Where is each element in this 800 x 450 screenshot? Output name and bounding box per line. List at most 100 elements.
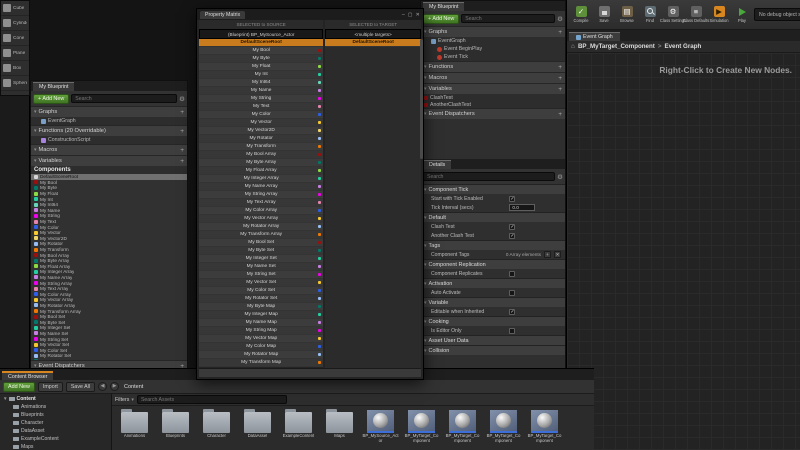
matrix-property-row[interactable]: My Rotator Map [199, 351, 323, 359]
delete-icon[interactable]: ✕ [554, 251, 561, 258]
matrix-property-row[interactable]: My Integer Array [199, 175, 323, 183]
tab-details[interactable]: Details [423, 160, 451, 169]
matrix-selected-row[interactable]: DefaultSceneRoot [199, 39, 323, 47]
add-dispatcher-icon[interactable]: + [558, 111, 562, 118]
class-defaults-button[interactable]: ≡Class Defaults [685, 6, 707, 23]
graphs-section-header[interactable]: ▾Graphs + [31, 106, 187, 117]
add-macro-icon[interactable]: + [180, 147, 184, 154]
search-input[interactable] [71, 94, 177, 103]
matrix-property-row[interactable]: My Name Set [199, 263, 323, 271]
matrix-property-row[interactable]: My Bool [199, 47, 323, 55]
matrix-selected-row[interactable]: DefaultSceneRoot [325, 39, 421, 47]
matrix-property-row[interactable]: My Byte Array [199, 159, 323, 167]
functions-section-header[interactable]: ▾Functions (20 Overridable) + [31, 125, 187, 136]
matrix-property-row[interactable]: My Color Map [199, 343, 323, 351]
matrix-property-row[interactable]: My Rotator Array [199, 223, 323, 231]
import-button[interactable]: Import [38, 382, 63, 392]
folder-tile[interactable]: Character [198, 408, 235, 439]
add-function-icon[interactable]: + [558, 64, 562, 71]
details-category-header[interactable]: ▾Component Replication [421, 259, 565, 269]
place-actor-item[interactable]: Cube [1, 1, 29, 16]
checkbox[interactable] [509, 290, 515, 296]
asset-search-input[interactable] [137, 395, 287, 404]
functions-section-header[interactable]: ▾Functions + [421, 61, 565, 72]
simulation-button[interactable]: ▶Simulation [708, 6, 730, 23]
components-category-header[interactable]: Components [31, 166, 187, 174]
graph-canvas[interactable]: Right-Click to Create New Nodes. [567, 53, 800, 450]
matrix-property-row[interactable]: My Transform Map [199, 359, 323, 367]
asset-tile[interactable]: BP_MySource_Actor [362, 408, 399, 444]
browse-button[interactable]: ▤Browse [616, 6, 638, 23]
tree-item-folder[interactable]: Blueprints [0, 411, 111, 419]
folder-tile[interactable]: Animations [116, 408, 153, 439]
graph-item-eventgraph[interactable]: EventGraph [421, 37, 565, 45]
details-category-header[interactable]: ▾Variable [421, 297, 565, 307]
tree-item-folder[interactable]: Animations [0, 403, 111, 411]
asset-tile[interactable]: BP_MyTarget_Component [444, 408, 481, 444]
asset-tile[interactable]: BP_MyTarget_Component [485, 408, 522, 444]
matrix-property-row[interactable]: My Byte [199, 55, 323, 63]
macros-section-header[interactable]: ▾Macros + [31, 144, 187, 155]
checkbox[interactable]: ✓ [509, 224, 515, 230]
folder-tile[interactable]: DataAsset [239, 408, 276, 439]
matrix-property-row[interactable]: My String Array [199, 191, 323, 199]
folder-tile[interactable]: Blueprints [157, 408, 194, 439]
breadcrumb-current[interactable]: Event Graph [664, 43, 701, 50]
variables-section-header[interactable]: ▾Variables + [421, 83, 565, 94]
matrix-property-row[interactable]: My Color Array [199, 207, 323, 215]
add-function-icon[interactable]: + [180, 128, 184, 135]
add-variable-icon[interactable]: + [180, 158, 184, 165]
matrix-property-row[interactable]: My Color Set [199, 287, 323, 295]
event-node-item[interactable]: Event BeginPlay [421, 45, 565, 53]
place-actor-item[interactable]: Plane [1, 46, 29, 61]
macros-section-header[interactable]: ▾Macros + [421, 72, 565, 83]
target-column-header[interactable]: <multiple targets> [325, 29, 421, 39]
add-new-button[interactable]: + Add New [423, 14, 459, 24]
details-category-header[interactable]: ▾Component Tick [421, 184, 565, 194]
matrix-property-row[interactable]: My Name Array [199, 183, 323, 191]
add-graph-icon[interactable]: + [558, 29, 562, 36]
gear-icon[interactable]: ⚙ [179, 95, 185, 103]
matrix-property-row[interactable]: My Transform Array [199, 231, 323, 239]
add-element-icon[interactable]: + [544, 251, 551, 258]
place-actor-item[interactable]: Cone [1, 31, 29, 46]
matrix-property-row[interactable]: My Name [199, 87, 323, 95]
add-variable-icon[interactable]: + [558, 86, 562, 93]
tab-content-browser[interactable]: Content Browser [2, 371, 53, 380]
matrix-property-row[interactable]: My Byte Map [199, 303, 323, 311]
details-category-header[interactable]: ▾Default [421, 212, 565, 222]
event-dispatchers-section-header[interactable]: ▾Event Dispatchers + [421, 108, 565, 119]
matrix-property-row[interactable]: My Int [199, 71, 323, 79]
source-column-header[interactable]: (Blueprint) BP_MySource_Actor [199, 29, 323, 39]
add-new-button[interactable]: Add New [3, 382, 35, 392]
matrix-property-row[interactable]: My Float [199, 63, 323, 71]
matrix-property-row[interactable]: My String [199, 95, 323, 103]
graph-item-eventgraph[interactable]: EventGraph [31, 117, 187, 125]
asset-tile[interactable]: BP_MyTarget_Component [526, 408, 563, 444]
gear-icon[interactable]: ⚙ [557, 15, 563, 23]
matrix-property-row[interactable]: My Vector [199, 119, 323, 127]
matrix-property-row[interactable]: My Color [199, 111, 323, 119]
add-graph-icon[interactable]: + [180, 109, 184, 116]
details-category-header[interactable]: ▾Tags [421, 240, 565, 250]
tree-item-content-root[interactable]: ▾Content [0, 395, 111, 403]
matrix-property-row[interactable]: My Rotator Set [199, 295, 323, 303]
place-actor-item[interactable]: Box [1, 61, 29, 76]
debug-object-dropdown[interactable]: No debug object selected ▾ [754, 8, 800, 21]
matrix-property-row[interactable]: My Integer Set [199, 255, 323, 263]
matrix-property-row[interactable]: My Rotator [199, 135, 323, 143]
asset-tile[interactable]: BP_MyTarget_Component [403, 408, 440, 444]
matrix-property-row[interactable]: My Vector Array [199, 215, 323, 223]
event-node-item[interactable]: Event Tick [421, 53, 565, 61]
value-field[interactable]: 0.0 [509, 204, 535, 211]
matrix-property-row[interactable]: My Byte Set [199, 247, 323, 255]
function-item-constructionscript[interactable]: ConstructionScript [31, 136, 187, 144]
add-macro-icon[interactable]: + [558, 75, 562, 82]
tree-item-folder[interactable]: DataAsset [0, 427, 111, 435]
matrix-property-row[interactable]: My Float Array [199, 167, 323, 175]
checkbox[interactable] [509, 271, 515, 277]
details-category-header[interactable]: ▾Cooking [421, 316, 565, 326]
details-category-header[interactable]: ▾Asset User Data [421, 335, 565, 345]
matrix-property-row[interactable]: My Text Array [199, 199, 323, 207]
matrix-property-row[interactable]: My Vector Map [199, 335, 323, 343]
